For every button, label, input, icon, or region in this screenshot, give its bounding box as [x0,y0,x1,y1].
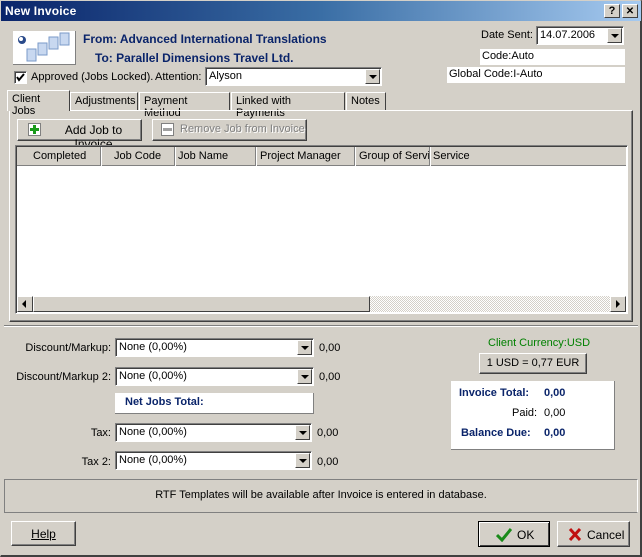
attention-value: Alyson [209,70,243,82]
help-title-button[interactable]: ? [604,4,620,18]
discount1-amount: 0,00 [319,342,341,354]
cancel-label: Cancel [587,528,625,542]
net-jobs-total-box: Net Jobs Total: [115,393,314,414]
paid-label: Paid: [512,407,538,419]
divider [4,325,638,327]
chevron-down-icon[interactable] [607,28,622,43]
col-job-name[interactable]: Job Name [176,147,256,166]
client-currency-label: Client Currency:USD [488,337,591,349]
plus-icon [28,123,41,136]
global-code-field: Global Code:I-Auto [447,67,625,83]
scroll-left-button[interactable] [17,296,33,312]
tax2-value: None (0,00%) [119,454,187,466]
chevron-down-icon[interactable] [297,340,312,355]
tax2-label: Tax 2: [81,456,111,468]
approved-checkbox[interactable] [14,71,27,84]
arrow-left-icon [22,300,26,308]
close-icon: ✕ [625,6,635,17]
balance-due-value: 0,00 [544,427,566,439]
to-line: To: Parallel Dimensions Travel Ltd. [95,51,294,65]
grid-header: Completed Job Code Job Name Project Mana… [17,147,626,166]
tab-linked-with-payments[interactable]: Linked with Payments [231,92,345,119]
close-button[interactable]: ✕ [622,4,638,18]
discount2-label: Discount/Markup 2: [16,371,111,383]
cancel-x-icon [568,527,582,542]
col-service[interactable]: Service [431,147,626,166]
discount1-dropdown[interactable]: None (0,00%) [115,338,314,357]
col-job-code[interactable]: Job Code [102,147,175,166]
discount2-value: None (0,00%) [119,370,187,382]
tab-client-jobs[interactable]: Client Jobs [7,90,70,117]
title-bar: New Invoice ? ✕ [1,1,641,21]
approved-label: Approved (Jobs Locked). [31,71,154,83]
from-value: Advanced International Translations [119,32,327,46]
tax1-amount: 0,00 [317,427,339,439]
status-panel: RTF Templates will be available after In… [4,479,638,513]
tax2-amount: 0,00 [317,456,339,468]
date-sent-value: 14.07.2006 [540,29,596,41]
invoice-total-value: 0,00 [544,387,566,399]
tax2-dropdown[interactable]: None (0,00%) [115,451,312,470]
chevron-down-icon[interactable] [295,425,310,440]
minus-icon [161,123,174,136]
remove-job-label: Remove Job from Invoice [180,123,305,135]
discount2-amount: 0,00 [319,371,341,383]
paid-value: 0,00 [544,407,566,419]
chevron-down-icon[interactable] [295,453,310,468]
scroll-right-button[interactable] [610,296,626,312]
date-sent-picker[interactable]: 14.07.2006 [536,26,624,45]
net-jobs-total-label: Net Jobs Total: [125,396,204,408]
discount2-dropdown[interactable]: None (0,00%) [115,367,314,386]
scroll-thumb[interactable] [33,296,370,312]
discount1-label: Discount/Markup: [25,342,111,354]
col-completed[interactable]: Completed [17,147,101,166]
window-title: New Invoice [5,4,77,18]
col-project-manager[interactable]: Project Manager [257,147,355,166]
tax1-value: None (0,00%) [119,426,187,438]
chevron-down-icon[interactable] [297,369,312,384]
attention-label: Attention: [155,71,202,83]
exchange-rate-button[interactable]: 1 USD = 0,77 EUR [479,353,587,374]
to-value: Parallel Dimensions Travel Ltd. [116,51,294,65]
help-label: Help [31,527,56,541]
arrow-right-icon [616,300,620,308]
from-label: From: [83,32,117,46]
checkmark-icon [496,528,512,542]
tax1-dropdown[interactable]: None (0,00%) [115,423,312,442]
remove-job-button[interactable]: Remove Job from Invoice [152,119,307,141]
invoice-icon [13,31,76,65]
horizontal-scrollbar[interactable] [17,296,626,312]
discount1-value: None (0,00%) [119,341,187,353]
status-message: RTF Templates will be available after In… [155,489,487,501]
cancel-button[interactable]: Cancel [557,521,630,547]
tab-payment-method[interactable]: Payment Method [139,92,230,119]
col-group-of-service[interactable]: Group of Servi [356,147,430,166]
help-button[interactable]: Help [11,521,76,546]
jobs-grid[interactable]: Completed Job Code Job Name Project Mana… [15,145,628,314]
from-line: From: Advanced International Translation… [83,32,327,46]
add-job-button[interactable]: Add Job to Invoice [17,119,142,151]
invoice-total-label: Invoice Total: [459,387,530,399]
to-label: To: [95,51,113,65]
date-sent-label: Date Sent: [481,29,533,41]
totals-box: Invoice Total: 0,00 Paid: 0,00 Balance D… [451,381,615,450]
tab-adjustments[interactable]: Adjustments [70,92,138,110]
checkmark-icon [16,73,25,82]
attention-dropdown[interactable]: Alyson [205,67,382,86]
new-invoice-window: New Invoice ? ✕ From: Advanced Internati… [0,0,642,557]
chevron-down-icon[interactable] [365,69,380,84]
balance-due-label: Balance Due: [461,427,531,439]
ok-label: OK [517,528,535,542]
ok-button[interactable]: OK [478,521,550,547]
tab-notes[interactable]: Notes [346,92,386,110]
tax1-label: Tax: [90,427,111,439]
code-field: Code:Auto [480,49,625,65]
